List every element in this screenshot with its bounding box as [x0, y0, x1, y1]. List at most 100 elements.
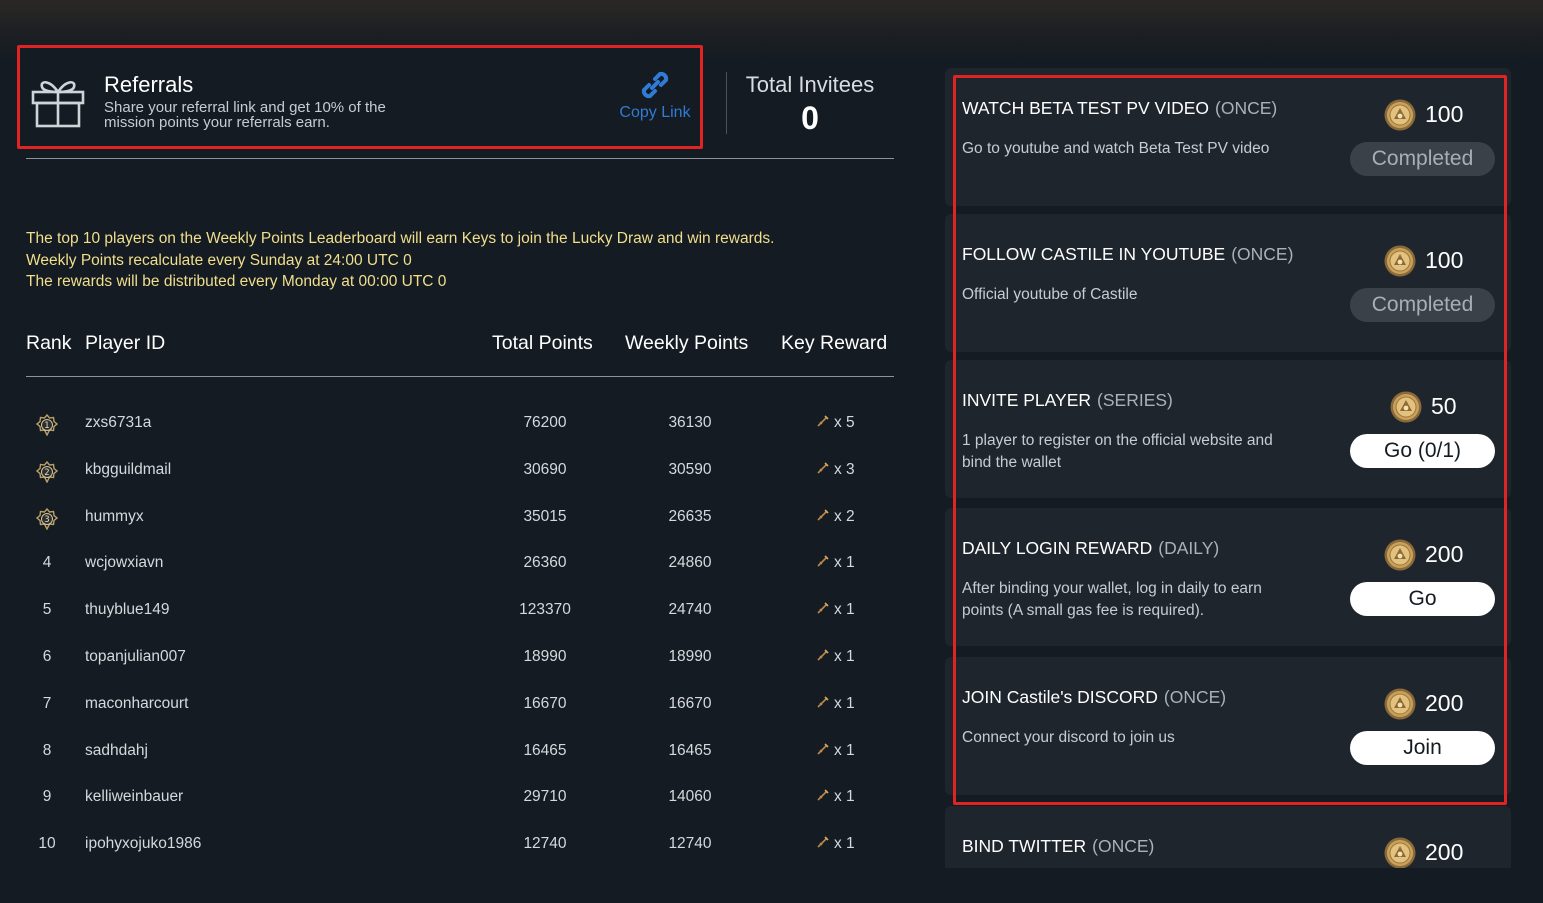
mission-points: 200: [1425, 839, 1464, 865]
key-reward-count: x 1: [834, 554, 855, 572]
mission-description: After binding your wallet, log in daily …: [962, 580, 1262, 619]
table-row: 9 kelliweinbauer 29710 14060 x 1: [26, 776, 894, 823]
player-id-cell: thuyblue149: [85, 601, 170, 619]
referral-description: Share your referral link and get 10% of …: [104, 99, 386, 131]
key-icon: [817, 789, 829, 801]
mission-action-button[interactable]: Join: [1350, 731, 1495, 765]
player-id-cell: maconharcourt: [85, 694, 189, 712]
divider: [26, 158, 894, 159]
key-reward-count: x 1: [834, 601, 855, 619]
player-id-cell: topanjulian007: [85, 647, 186, 665]
key-reward-count: x 5: [834, 414, 855, 431]
table-row: 2 kbgguildmail 30690 30590 x 3: [26, 449, 894, 496]
weekly-points-cell: 16670: [668, 694, 712, 712]
coin-icon: [1384, 245, 1416, 277]
total-points-cell: 26360: [523, 554, 567, 572]
mission-description: Go to youtube and watch Beta Test PV vid…: [962, 140, 1270, 157]
leaderboard-table: 1 zxs6731a 76200 36130 x 5 2 kbgguildmai…: [26, 402, 894, 870]
medal-rank: 2: [44, 468, 49, 478]
player-id-cell: wcjowxiavn: [85, 554, 164, 572]
leaderboard-header: Rank Player ID Total Points Weekly Point…: [26, 332, 894, 358]
weekly-points-cell: 24740: [668, 601, 712, 619]
coin-icon: [1390, 391, 1422, 423]
mission-name: BIND TWITTER: [962, 836, 1087, 856]
player-id-cell: hummyx: [85, 507, 144, 525]
table-row: 6 topanjulian007 18990 18990 x 1: [26, 636, 894, 683]
weekly-points-cell: 14060: [668, 788, 712, 806]
mission-card: DAILY LOGIN REWARD (DAILY) After binding y…: [945, 508, 1511, 646]
mission-action-button[interactable]: Go: [1350, 582, 1495, 616]
mission-name: FOLLOW CASTILE IN YOUTUBE: [962, 244, 1226, 264]
copy-link-button[interactable]: Copy Link: [616, 68, 694, 128]
player-id-cell: sadhdahj: [85, 741, 148, 759]
mission-action-button[interactable]: Completed: [1350, 288, 1495, 322]
mission-card: INVITE PLAYER (SERIES) 1 player to registe…: [945, 360, 1511, 498]
mission-action-button[interactable]: Completed: [1350, 142, 1495, 176]
key-reward-cell: x 1: [816, 742, 855, 760]
mission-description: 1 player to register on the official web…: [962, 432, 1273, 471]
key-icon: [817, 836, 829, 848]
medal-icon: 3: [36, 507, 58, 530]
notice-line: Weekly Points recalculate every Sunday a…: [26, 251, 412, 269]
coin-icon: [1384, 837, 1416, 868]
header-player-id: Player ID: [85, 332, 166, 354]
player-id-cell: kelliweinbauer: [85, 788, 184, 806]
key-reward-cell: x 1: [816, 554, 855, 572]
key-reward-count: x 1: [834, 741, 855, 759]
mission-card: WATCH BETA TEST PV VIDEO (ONCE) Go to yout…: [945, 68, 1511, 206]
mission-reward: 100: [1383, 98, 1503, 132]
table-row: 8 sadhdahj 16465 16465 x 1: [26, 730, 894, 777]
mission-description: Official youtube of Castile: [962, 286, 1138, 303]
referral-card: Referrals Share your referral link and g…: [17, 45, 703, 149]
mission-action-button[interactable]: Go (0/1): [1350, 434, 1495, 468]
weekly-points-cell: 24860: [668, 554, 712, 572]
medal-rank: 3: [44, 515, 49, 525]
rank-cell: 10: [38, 835, 56, 853]
medal-icon: 1: [36, 414, 58, 436]
total-points-cell: 76200: [523, 414, 567, 431]
weekly-points-cell: 12740: [668, 835, 712, 853]
coin-icon: [1384, 688, 1416, 720]
mission-card: BIND TWITTER (ONCE) 200: [945, 806, 1511, 868]
mission-title: JOIN Castile's DISCORD (ONCE): [962, 687, 1226, 708]
coin-icon: [1384, 539, 1416, 571]
total-points-cell: 16465: [523, 741, 567, 759]
key-icon: [817, 509, 829, 521]
key-reward-cell: x 3: [816, 461, 855, 479]
header-weekly-points: Weekly Points: [625, 332, 749, 354]
copy-link-label: Copy Link: [619, 104, 691, 121]
key-reward-count: x 1: [834, 647, 855, 665]
weekly-points-cell: 18990: [668, 647, 712, 665]
invitee-divider: [726, 72, 727, 134]
mission-frequency: (ONCE): [1092, 836, 1155, 856]
mission-frequency: (ONCE): [1231, 244, 1294, 264]
mission-description: Connect your discord to join us: [962, 729, 1175, 746]
key-icon: [817, 602, 829, 614]
table-row: 7 maconharcourt 16670 16670 x 1: [26, 683, 894, 730]
rank-cell: 5: [42, 601, 52, 619]
key-icon: [817, 462, 829, 474]
rank-cell: 9: [42, 788, 52, 806]
leaderboard-notice: The top 10 players on the Weekly Points …: [26, 228, 886, 293]
weekly-points-cell: 30590: [668, 460, 712, 478]
key-reward-count: x 1: [834, 835, 855, 853]
total-points-cell: 12740: [523, 835, 567, 853]
key-reward-cell: x 1: [816, 601, 855, 619]
rank-cell: 7: [42, 694, 52, 712]
total-invitees-value: 0: [801, 100, 819, 136]
mission-card: FOLLOW CASTILE IN YOUTUBE (ONCE) Official …: [945, 214, 1511, 352]
mission-reward: 200: [1383, 687, 1503, 721]
mission-reward: 200: [1383, 538, 1503, 572]
total-points-cell: 16670: [523, 694, 567, 712]
mission-name: INVITE PLAYER: [962, 390, 1092, 410]
mission-points: 50: [1431, 393, 1457, 419]
mission-frequency: (DAILY): [1158, 538, 1220, 558]
mission-title: BIND TWITTER (ONCE): [962, 836, 1154, 857]
referral-title: Referrals: [104, 72, 194, 97]
gift-icon: [31, 81, 85, 128]
mission-frequency: (SERIES): [1097, 390, 1173, 410]
weekly-points-cell: 16465: [668, 741, 712, 759]
player-id-cell: zxs6731a: [85, 414, 152, 431]
key-icon: [817, 649, 829, 661]
key-reward-cell: x 5: [816, 414, 855, 432]
